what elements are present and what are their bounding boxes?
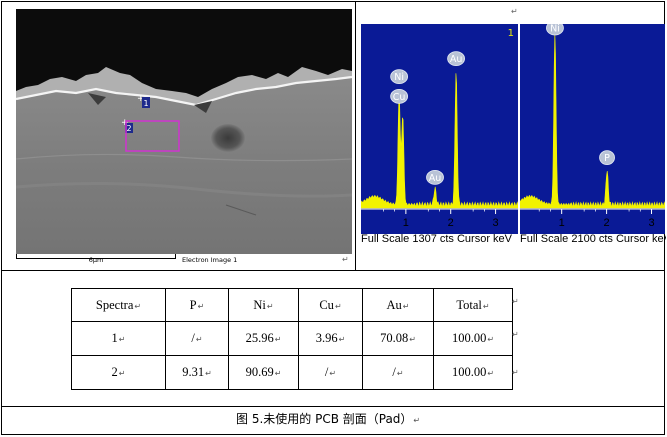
sem-image: + 1 + 2 — [16, 9, 352, 254]
table-row: 2↵ 9.31↵ 90.69↵ /↵ /↵ 100.00↵ — [71, 355, 513, 390]
cell-divider — [355, 1, 356, 271]
eds-spectrum-2: 1 2 3 Ni P — [519, 24, 665, 234]
scale-bar-label: 6µm — [88, 256, 104, 264]
table-cell: 90.69↵ — [228, 355, 299, 390]
marker-2-label: 2 — [126, 124, 131, 133]
x-tick-label: 2 — [604, 217, 610, 229]
inclusion-defect — [211, 124, 245, 152]
sem-image-caption: Electron Image 1 — [182, 256, 238, 264]
x-tick-label: 3 — [493, 217, 499, 229]
peak-label-ni: Ni — [550, 24, 560, 35]
header-cell: Total↵ — [433, 288, 513, 322]
table-row: 1↵ /↵ 25.96↵ 3.96↵ 70.08↵ 100.00↵ — [71, 321, 513, 356]
table-cell: 9.31↵ — [165, 355, 229, 390]
table-cell: /↵ — [362, 355, 434, 390]
paragraph-mark: ↵ — [511, 7, 518, 16]
paragraph-mark: ↵ — [512, 368, 519, 377]
table-header-row: Spectra↵ P↵ Ni↵ Cu↵ Au↵ Total↵ — [71, 288, 513, 322]
paragraph-mark: ↵ — [342, 255, 349, 264]
paragraph-mark: ↵ — [512, 297, 519, 306]
marker-1-label: 1 — [143, 99, 148, 108]
table-cell: 3.96↵ — [298, 321, 363, 356]
header-cell: Au↵ — [362, 288, 434, 322]
header-cell: Ni↵ — [228, 288, 299, 322]
peak-label-au: Au — [429, 173, 442, 184]
header-cell: Cu↵ — [298, 288, 363, 322]
paragraph-mark: ↵ — [512, 330, 519, 339]
x-tick-label: 2 — [448, 217, 454, 229]
peak-label-p: P — [604, 153, 610, 164]
peak-label-cu: Cu — [393, 92, 406, 103]
figure-caption: 图 5.未使用的 PCB 剖面（Pad）↵ — [236, 412, 421, 426]
table-cell: 1↵ — [71, 321, 166, 356]
header-cell: P↵ — [165, 288, 229, 322]
spectrum-divider — [518, 24, 520, 236]
spectrum-2-footer: Full Scale 2100 cts Cursor keV — [520, 233, 666, 245]
spectrum-1-footer: Full Scale 1307 cts Cursor keV — [361, 233, 513, 245]
x-tick-label: 1 — [403, 217, 409, 229]
x-tick-label: 1 — [559, 217, 565, 229]
spectrum-corner-label: 1 — [508, 28, 514, 39]
scale-bar: 6µm — [16, 252, 176, 264]
table-cell: 70.08↵ — [362, 321, 434, 356]
peak-label-ni: Ni — [394, 72, 404, 83]
peak-label-au: Au — [450, 54, 463, 65]
table-cell: /↵ — [165, 321, 229, 356]
table-cell: 100.00↵ — [433, 355, 513, 390]
x-tick-label: 3 — [648, 217, 654, 229]
table-cell: 100.00↵ — [433, 321, 513, 356]
row-divider — [1, 270, 665, 271]
table-cell: 2↵ — [71, 355, 166, 390]
table-cell: 25.96↵ — [228, 321, 299, 356]
table-cell: /↵ — [298, 355, 363, 390]
composition-table: Spectra↵ P↵ Ni↵ Cu↵ Au↵ Total↵ 1↵ /↵ 25.… — [71, 288, 513, 390]
eds-spectrum-1: 1 2 3 Ni Cu Au Au 1 — [361, 24, 518, 234]
row-divider — [1, 406, 665, 407]
header-cell: Spectra↵ — [71, 288, 166, 322]
